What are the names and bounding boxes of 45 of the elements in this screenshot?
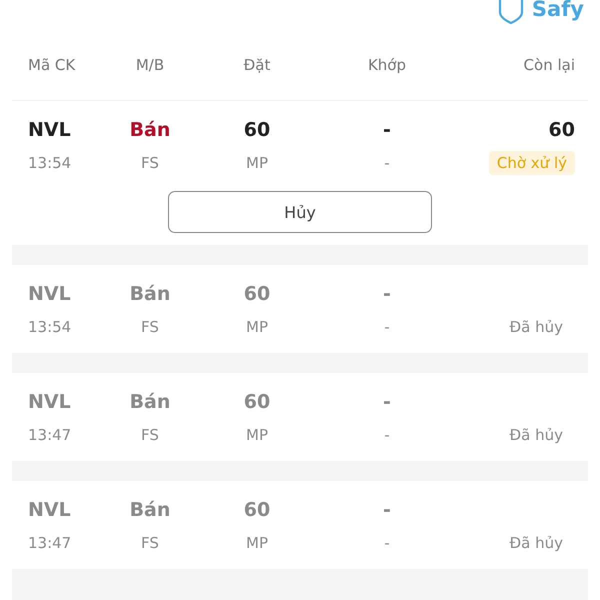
order-type: FS — [141, 534, 159, 552]
column-header: M/B — [136, 56, 164, 74]
matched-price: - — [384, 426, 390, 444]
column-header: Còn lại — [524, 56, 575, 74]
order-quantity: 60 — [244, 498, 270, 520]
matched-quantity: - — [383, 118, 391, 140]
matched-price: - — [384, 318, 390, 336]
order-side: Bán — [130, 390, 170, 412]
order-type: FS — [141, 318, 159, 336]
matched-price: - — [384, 534, 390, 552]
order-time: 13:47 — [28, 426, 72, 444]
symbol: NVL — [28, 282, 71, 304]
column-header: Khớp — [368, 56, 406, 74]
symbol: NVL — [28, 390, 71, 412]
order-price: MP — [246, 154, 268, 172]
order-price: MP — [246, 318, 268, 336]
matched-quantity: - — [383, 498, 391, 520]
order-side: Bán — [130, 282, 170, 304]
column-header: Đặt — [244, 56, 270, 74]
symbol: NVL — [28, 498, 71, 520]
cancel-button[interactable]: Hủy — [168, 191, 432, 233]
order-time: 13:47 — [28, 534, 72, 552]
matched-price: - — [384, 154, 390, 172]
order-quantity: 60 — [244, 282, 270, 304]
remaining-quantity: 60 — [548, 118, 575, 140]
order-type: FS — [141, 154, 159, 172]
logo-text: Safy — [532, 0, 584, 20]
matched-quantity: - — [383, 282, 391, 304]
matched-quantity: - — [383, 390, 391, 412]
shield-icon — [498, 0, 524, 24]
order-price: MP — [246, 426, 268, 444]
status-text: Đã hủy — [510, 534, 563, 552]
order-side: Bán — [130, 118, 170, 140]
order-type: FS — [141, 426, 159, 444]
symbol: NVL — [28, 118, 71, 140]
order-price: MP — [246, 534, 268, 552]
order-time: 13:54 — [28, 154, 72, 172]
status-text: Đã hủy — [510, 426, 563, 444]
order-quantity: 60 — [244, 390, 270, 412]
order-side: Bán — [130, 498, 170, 520]
status-text: Đã hủy — [510, 318, 563, 336]
status-badge: Chờ xử lý — [488, 150, 575, 174]
order-quantity: 60 — [244, 118, 270, 140]
column-header: Mã CK — [28, 56, 76, 74]
order-time: 13:54 — [28, 318, 72, 336]
